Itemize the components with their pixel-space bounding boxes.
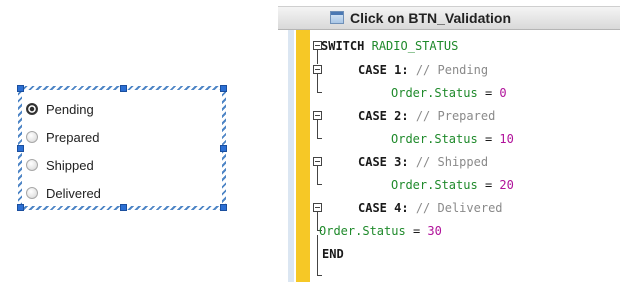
editor-title: Click on BTN_Validation (350, 10, 512, 26)
fold-collapse-icon[interactable] (313, 111, 322, 120)
code-editor-panel: Click on BTN_Validation SWITCH RADIO_STA… (278, 6, 620, 282)
code-line-assign: Order.Status = 10 (391, 131, 514, 147)
fold-guide-line (317, 235, 318, 275)
radio-button-icon[interactable] (26, 159, 38, 171)
resize-handle-bottom-left[interactable] (17, 204, 24, 211)
keyword-case: CASE (358, 109, 387, 123)
editor-title-bar: Click on BTN_Validation (278, 6, 620, 30)
radio-option-delivered[interactable]: Delivered (26, 179, 101, 207)
radio-option-prepared[interactable]: Prepared (26, 123, 101, 151)
number-literal: 20 (499, 178, 514, 192)
code-line-case: CASE 3: // Shipped (358, 154, 488, 170)
fold-collapse-icon[interactable] (313, 157, 322, 166)
identifier: Order.Status (391, 132, 478, 146)
code-comment: // Pending (415, 63, 489, 77)
identifier: RADIO_STATUS (371, 39, 459, 53)
radio-option-shipped[interactable]: Shipped (26, 151, 101, 179)
case-value: 2: (394, 109, 409, 123)
case-value: 1: (394, 63, 409, 77)
code-line-switch: SWITCH RADIO_STATUS (321, 38, 458, 54)
code-line-assign: Order.Status = 30 (319, 223, 442, 239)
fold-guide-line (317, 50, 318, 64)
resize-handle-top-left[interactable] (17, 85, 24, 92)
radio-label: Delivered (46, 185, 101, 201)
radio-options: Pending Prepared Shipped Delivered (26, 95, 101, 207)
code-line-case: CASE 1: // Pending (358, 62, 488, 78)
radio-button-checked-icon[interactable] (26, 103, 38, 115)
identifier: Order.Status (391, 178, 478, 192)
modified-lines-marker (296, 30, 310, 282)
keyword-case: CASE (358, 201, 387, 215)
fold-end-line (317, 138, 322, 139)
number-literal: 30 (427, 224, 442, 238)
keyword-case: CASE (358, 155, 387, 169)
fold-guide-line (317, 212, 318, 230)
code-comment: // Delivered (415, 201, 503, 215)
resize-handle-left[interactable] (17, 145, 24, 152)
fold-collapse-icon[interactable] (313, 65, 322, 74)
editor-gutter (288, 30, 294, 282)
resize-handle-top[interactable] (120, 85, 127, 92)
code-line-assign: Order.Status = 0 (391, 85, 507, 101)
resize-handle-right[interactable] (220, 145, 227, 152)
resize-handle-bottom-right[interactable] (220, 204, 227, 211)
keyword-case: CASE (358, 63, 387, 77)
radio-label: Pending (46, 101, 94, 117)
number-literal: 0 (499, 86, 507, 100)
fold-guide-line (317, 120, 318, 138)
identifier: Order.Status (391, 86, 478, 100)
code-line-end: END (322, 246, 344, 262)
operator: = (484, 132, 493, 146)
identifier: Order.Status (319, 224, 406, 238)
fold-end-line (317, 92, 322, 93)
resize-handle-top-right[interactable] (220, 85, 227, 92)
fold-end-line (317, 275, 322, 276)
keyword-switch: SWITCH (321, 39, 365, 53)
code-comment: // Shipped (415, 155, 489, 169)
fold-guide-line (317, 166, 318, 184)
radio-button-icon[interactable] (26, 187, 38, 199)
fold-guide-line (317, 74, 318, 92)
operator: = (484, 86, 493, 100)
radio-option-pending[interactable]: Pending (26, 95, 101, 123)
window-icon (330, 11, 344, 24)
fold-collapse-icon[interactable] (313, 203, 322, 212)
radio-button-icon[interactable] (26, 131, 38, 143)
keyword-end: END (322, 247, 344, 261)
operator: = (484, 178, 493, 192)
case-value: 4: (394, 201, 409, 215)
radio-label: Prepared (46, 129, 100, 145)
fold-end-line (317, 184, 322, 185)
code-line-case: CASE 2: // Prepared (358, 108, 495, 124)
radio-label: Shipped (46, 157, 94, 173)
resize-handle-bottom[interactable] (120, 204, 127, 211)
case-value: 3: (394, 155, 409, 169)
code-line-assign: Order.Status = 20 (391, 177, 514, 193)
code-comment: // Prepared (415, 109, 496, 123)
code-area[interactable]: SWITCH RADIO_STATUS CASE 1: // Pending O… (310, 30, 620, 282)
radio-status-group[interactable]: Pending Prepared Shipped Delivered (17, 85, 227, 211)
number-literal: 10 (499, 132, 514, 146)
operator: = (412, 224, 421, 238)
code-line-case: CASE 4: // Delivered (358, 200, 503, 216)
